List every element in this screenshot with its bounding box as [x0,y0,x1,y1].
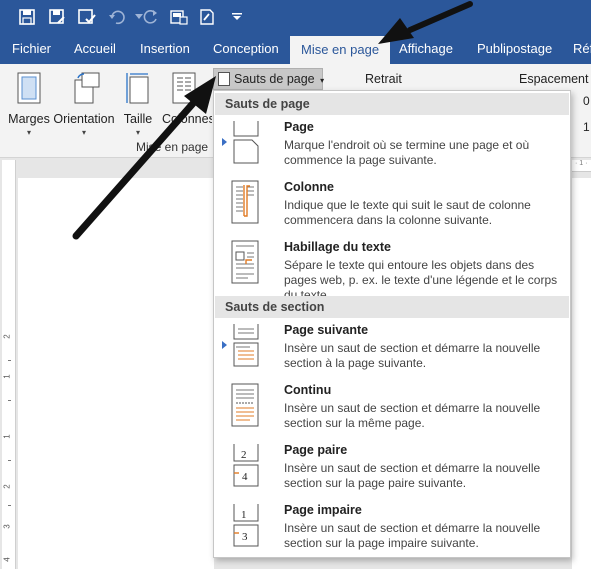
svg-text:4: 4 [242,471,248,483]
selection-marker-icon [222,341,227,349]
tab-publipostage[interactable]: Publipostage [477,34,552,64]
svg-text:1: 1 [241,509,247,521]
tab-affichage[interactable]: Affichage [399,34,453,64]
size-icon [126,73,149,104]
page-break-small-icon [218,72,230,86]
menu-item-habillage[interactable]: Habillage du texte Sépare le texte qui e… [214,238,570,302]
document-page[interactable] [18,178,214,569]
save-icon[interactable] [16,6,38,28]
vertical-ruler: 2 1 1 2 3 4 [2,160,16,569]
menu-item-colonne[interactable]: Colonne Indique que le texte qui suit le… [214,178,570,236]
column-break-icon [231,180,259,224]
print-layout-icon[interactable] [168,6,190,28]
spacing-before-value[interactable]: 0 [583,94,590,108]
section-header-sauts-de-section: Sauts de section [215,296,569,318]
chevron-down-icon: ▾ [320,76,325,85]
ruler-tick [8,460,11,461]
svg-text:3: 3 [242,531,248,543]
menu-item-page-impaire[interactable]: 1 3 Page impaire Insère un saut de secti… [214,501,570,559]
quick-access-toolbar [0,0,591,34]
tab-fichier[interactable]: Fichier [12,34,51,64]
taille-button[interactable]: Taille ▾ [118,70,158,140]
orientation-icon [74,72,100,104]
text-wrapping-icon [231,240,259,284]
horizontal-ruler: · 1 · [572,160,591,172]
document-page-right[interactable] [572,178,591,569]
next-page-icon [233,324,259,367]
tab-accueil[interactable]: Accueil [74,34,116,64]
menu-item-page-paire[interactable]: 2 4 Page paire Insère un saut de section… [214,441,570,499]
tab-mise-en-page[interactable]: Mise en page [290,36,391,64]
chevron-down-icon: ▾ [26,128,31,137]
selection-marker-icon [222,138,227,146]
check-save-icon[interactable] [76,6,98,28]
redo-icon[interactable] [140,6,162,28]
undo-icon[interactable] [106,6,128,28]
orientation-button[interactable]: Orientation ▾ [52,70,116,140]
retrait-label: Retrait [365,72,402,86]
section-header-sauts-de-page: Sauts de page [215,93,569,115]
spacing-after-value[interactable]: 1 [583,120,590,134]
tab-references[interactable]: Réf [573,34,591,64]
chevron-down-icon: ▾ [135,128,140,137]
marges-button[interactable]: Marges ▾ [6,70,52,140]
menu-item-page[interactable]: Page Marque l'endroit où se termine une … [214,118,570,176]
columns-icon [172,72,196,104]
ruler-tick [8,360,11,361]
form-icon[interactable] [196,6,218,28]
customize-icon[interactable] [226,6,248,28]
continuous-icon [231,383,259,427]
ruler-tick [8,400,11,401]
ruler-tick [8,505,11,506]
svg-text:2: 2 [241,449,247,461]
ribbon-tabs: Fichier Accueil Insertion Conception Mis… [0,34,591,64]
group-label-mise-en-page: Mise en page [136,140,209,154]
sauts-de-page-button[interactable]: Sauts de page ▾ [213,68,325,90]
chevron-down-icon: ▾ [81,128,86,137]
menu-item-page-suivante[interactable]: Page suivante Insère un saut de section … [214,321,570,379]
odd-page-icon: 1 3 [233,504,259,547]
save-as-icon[interactable] [46,6,68,28]
menu-item-continu[interactable]: Continu Insère un saut de section et dém… [214,381,570,439]
espacement-label: Espacement [519,72,589,86]
colonnes-button[interactable]: Colonnes [160,70,212,140]
sauts-de-page-menu: Sauts de page Page Marque l'endroit où s… [213,90,571,558]
tab-conception[interactable]: Conception [213,34,279,64]
page-break-icon [233,121,259,164]
tab-insertion[interactable]: Insertion [140,34,190,64]
even-page-icon: 2 4 [233,444,259,487]
margins-icon [17,72,41,104]
